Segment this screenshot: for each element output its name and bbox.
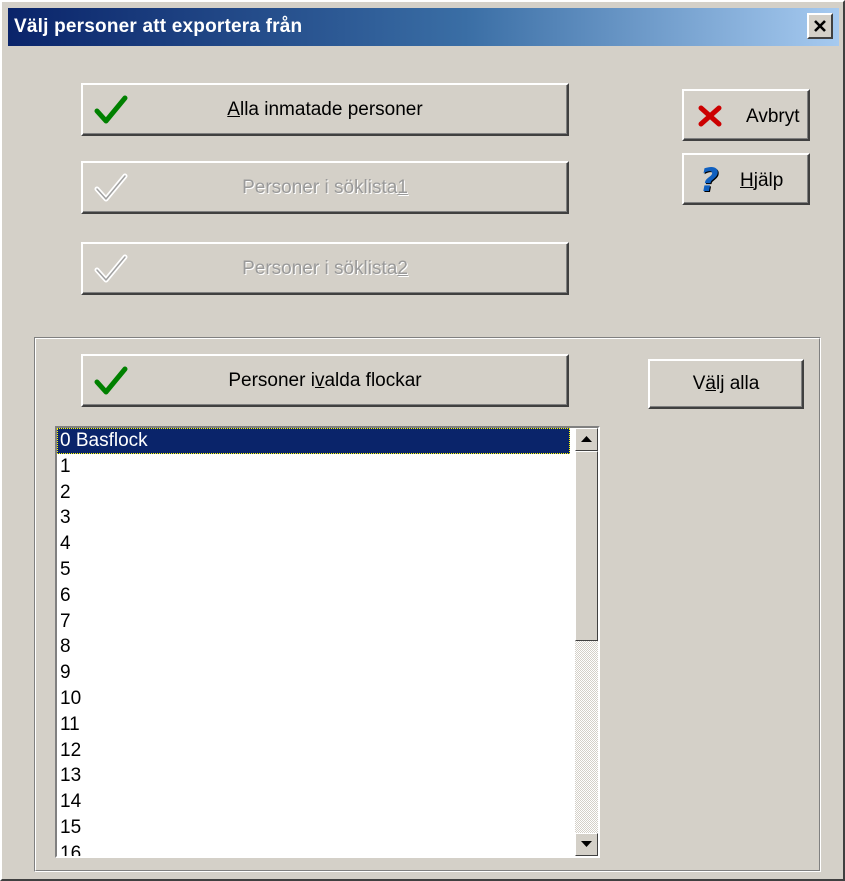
list-item[interactable]: 10 <box>57 686 577 712</box>
selected-flocks-button[interactable]: Personer i v alda flockar <box>81 354 569 407</box>
search-list-1-label: Personer i söklista 1 <box>242 176 408 198</box>
arrow-up-icon <box>581 436 592 442</box>
red-x-icon <box>698 105 722 127</box>
list-item[interactable]: 2 <box>57 480 577 506</box>
export-dialog: Välj personer att exportera från Alla in… <box>0 0 845 881</box>
scroll-up-button[interactable] <box>575 428 598 451</box>
window-title: Välj personer att exportera från <box>14 16 303 37</box>
arrow-down-icon <box>581 841 592 847</box>
search-list-1-button[interactable]: Personer i söklista 1 <box>81 161 569 214</box>
list-item[interactable]: 16 <box>57 841 577 856</box>
all-persons-button[interactable]: Alla inmatade personer <box>81 83 569 136</box>
search-list-2-label: Personer i söklista 2 <box>242 257 408 279</box>
list-item[interactable]: 14 <box>57 789 577 815</box>
scroll-thumb[interactable] <box>575 451 598 641</box>
close-button[interactable] <box>807 13 833 39</box>
question-mark-icon: ? <box>700 161 719 199</box>
help-label: Hjälp <box>740 170 784 191</box>
list-item[interactable]: 8 <box>57 634 577 660</box>
flock-list: 0 Basflock 1 2 3 4 5 6 7 8 9 10 11 12 13 14 15 16 <box>57 428 577 856</box>
cancel-label: Avbryt <box>746 106 800 127</box>
list-item[interactable]: 11 <box>57 712 577 738</box>
list-item[interactable]: 1 <box>57 454 577 480</box>
all-persons-label: Alla inmatade personer <box>227 98 423 120</box>
selected-flocks-label: Personer i v alda flockar <box>228 369 422 391</box>
select-all-button[interactable]: Vä lj alla <box>648 359 804 409</box>
list-item[interactable]: 3 <box>57 505 577 531</box>
search-list-2-button[interactable]: Personer i söklista 2 <box>81 242 569 295</box>
title-bar[interactable]: Välj personer att exportera från <box>8 8 839 46</box>
list-item[interactable]: 4 <box>57 531 577 557</box>
list-item[interactable]: 5 <box>57 557 577 583</box>
list-item[interactable]: 7 <box>57 609 577 635</box>
list-item[interactable]: 15 <box>57 815 577 841</box>
list-item[interactable]: 0 Basflock <box>57 428 570 454</box>
list-item[interactable]: 12 <box>57 738 577 764</box>
vertical-scrollbar[interactable] <box>575 428 598 856</box>
scroll-down-button[interactable] <box>575 833 598 856</box>
list-item[interactable]: 6 <box>57 583 577 609</box>
close-icon <box>814 20 826 32</box>
cancel-button[interactable]: Avbryt <box>682 89 810 141</box>
list-item[interactable]: 13 <box>57 763 577 789</box>
list-item[interactable]: 9 <box>57 660 577 686</box>
flock-listbox[interactable]: 0 Basflock 1 2 3 4 5 6 7 8 9 10 11 12 13 14 15 16 <box>55 426 600 858</box>
help-button[interactable]: ? Hjälp <box>682 153 810 205</box>
select-all-label: Vä lj alla <box>692 373 760 394</box>
